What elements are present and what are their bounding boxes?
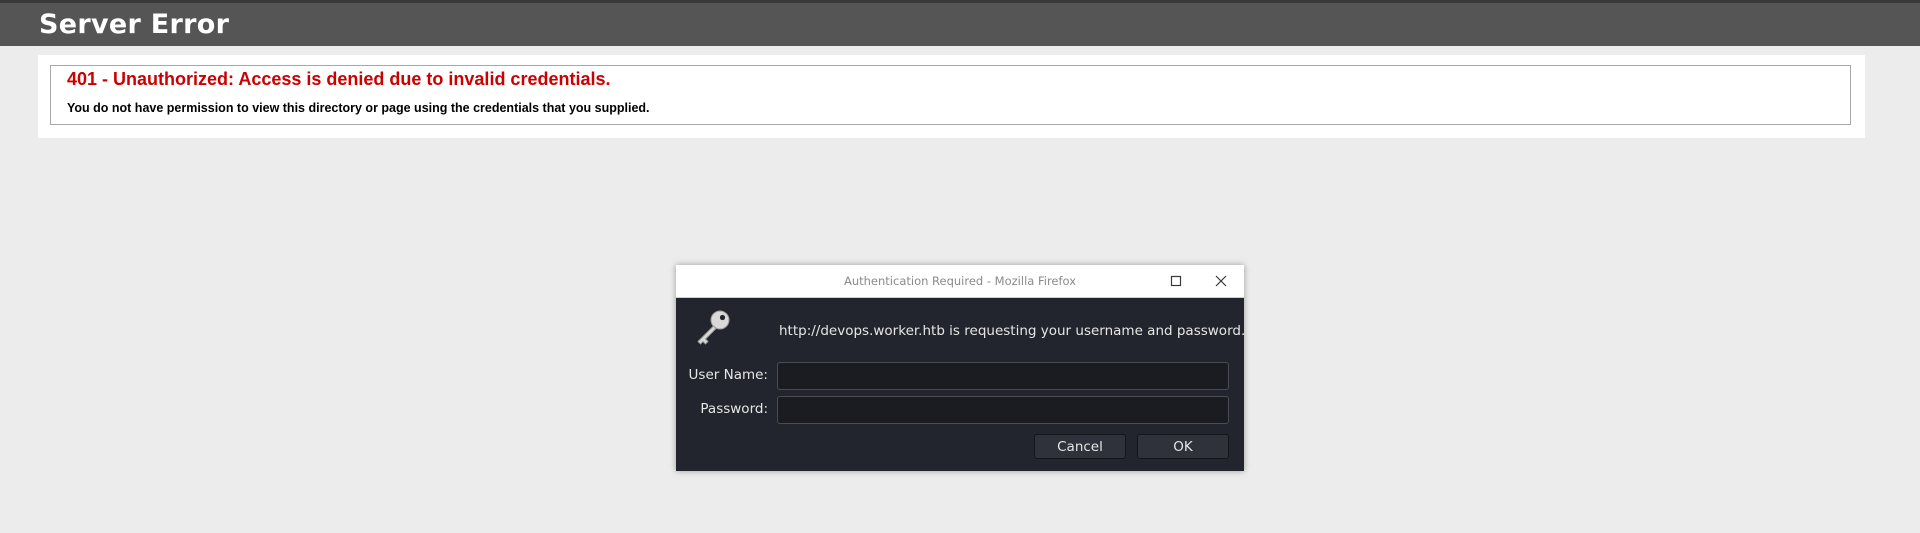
cancel-button[interactable]: Cancel [1034,434,1126,459]
username-label: User Name: [688,367,768,383]
close-icon [1215,275,1227,287]
dialog-titlebar[interactable]: Authentication Required - Mozilla Firefo… [676,265,1244,298]
error-title: 401 - Unauthorized: Access is denied due… [67,69,611,89]
error-description: You do not have permission to view this … [67,101,650,115]
page-title: Server Error [39,9,230,40]
maximize-icon [1170,275,1182,287]
password-input[interactable] [777,396,1229,424]
auth-dialog: Authentication Required - Mozilla Firefo… [676,265,1246,471]
username-input[interactable] [777,362,1229,390]
page-header: Server Error [0,0,1920,46]
dialog-title: Authentication Required - Mozilla Firefo… [843,274,1077,288]
ok-button[interactable]: OK [1137,434,1229,459]
dialog-body: http://devops.worker.htb is requesting y… [676,298,1246,471]
content-panel: 401 - Unauthorized: Access is denied due… [38,55,1865,138]
dialog-message: http://devops.worker.htb is requesting y… [779,323,1246,339]
close-button[interactable] [1210,271,1232,291]
error-fieldset: 401 - Unauthorized: Access is denied due… [50,65,1851,125]
key-icon [697,310,730,345]
maximize-button[interactable] [1165,271,1187,291]
password-label: Password: [700,401,768,417]
